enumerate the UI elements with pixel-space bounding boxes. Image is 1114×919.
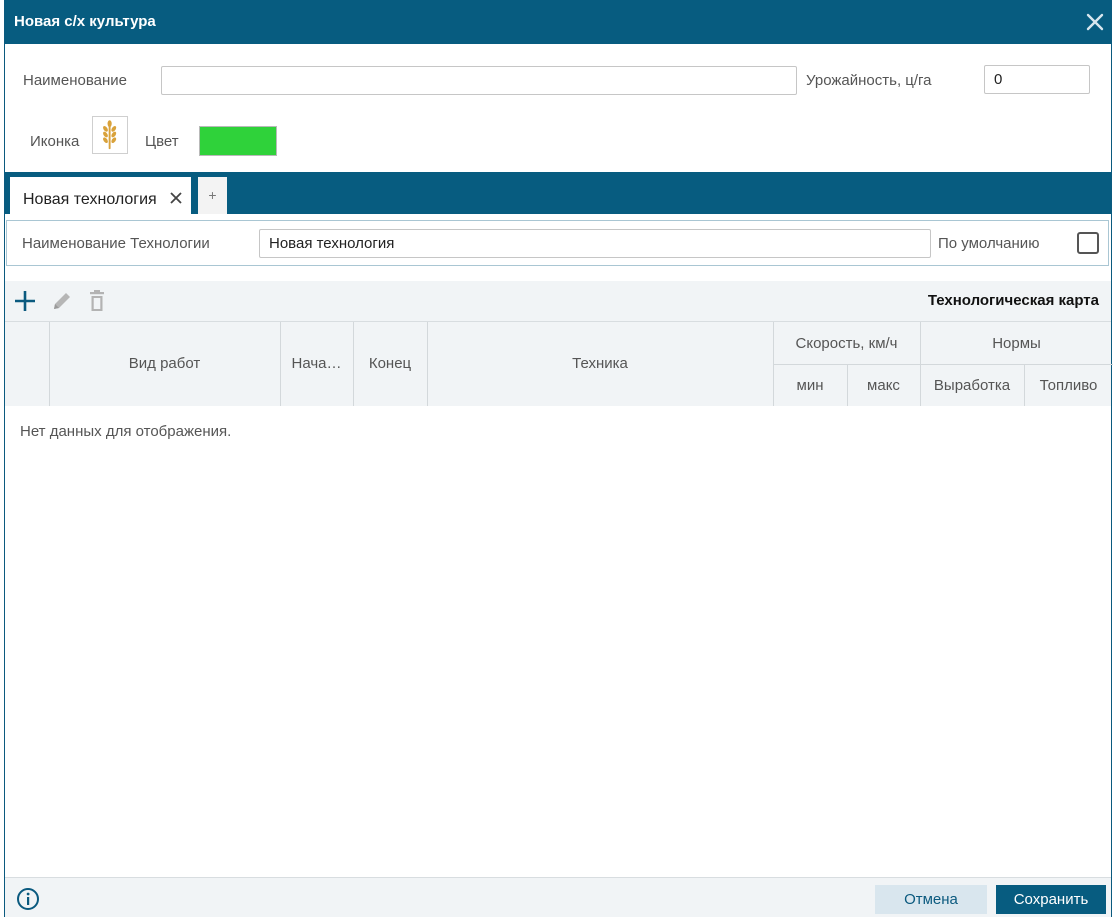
cancel-button[interactable]: Отмена (875, 885, 987, 914)
column-speed-min[interactable]: мин (773, 364, 848, 406)
column-selector (5, 322, 50, 406)
dialog-window: Новая с/х культура Наименование Урожайно… (4, 0, 1113, 917)
close-tab-icon[interactable] (168, 190, 184, 206)
icon-label: Иконка (30, 133, 80, 150)
close-icon[interactable] (1085, 12, 1105, 32)
yield-label: Урожайность, ц/га (806, 72, 932, 89)
technology-name-row: Наименование Технологии По умолчанию (6, 220, 1109, 266)
column-end[interactable]: Конец (353, 322, 428, 406)
dialog-title: Новая с/х культура (14, 13, 156, 30)
grid-empty-message: Нет данных для отображения. (20, 423, 232, 440)
column-speed-min-label: мин (796, 377, 824, 394)
column-start[interactable]: Нача… (280, 322, 354, 406)
column-group-speed: Скорость, км/ч (773, 322, 921, 365)
pencil-icon[interactable] (50, 289, 74, 313)
color-label: Цвет (145, 133, 179, 150)
name-label: Наименование (23, 72, 127, 89)
grid-header: Вид работ Нача… Конец Техника Скорость, … (5, 321, 1113, 406)
column-norms-fuel-label: Топливо (1039, 377, 1098, 394)
column-machinery[interactable]: Техника (427, 322, 774, 406)
column-work-type-label: Вид работ (128, 355, 201, 372)
default-label: По умолчанию (938, 235, 1040, 252)
tech-map-title: Технологическая карта (927, 292, 1099, 309)
column-norms-output[interactable]: Выработка (920, 364, 1025, 406)
column-norms-label: Нормы (992, 335, 1041, 352)
column-norms-output-label: Выработка (933, 377, 1011, 394)
technology-name-input[interactable] (259, 229, 931, 258)
info-icon[interactable] (16, 887, 40, 911)
column-speed-max[interactable]: макс (847, 364, 921, 406)
add-tab-button[interactable]: + (198, 177, 227, 214)
column-group-norms: Нормы (920, 322, 1113, 365)
tech-map-toolbar: Технологическая карта (5, 281, 1111, 321)
wheat-icon (103, 120, 117, 150)
default-checkbox[interactable] (1077, 232, 1099, 254)
name-input[interactable] (161, 66, 797, 95)
column-machinery-label: Техника (572, 355, 628, 372)
dialog-footer: Отмена Сохранить (5, 877, 1111, 917)
technology-tab-bar: Новая технология + (5, 172, 1111, 214)
icon-picker[interactable] (92, 116, 128, 154)
technology-name-label: Наименование Технологии (22, 235, 210, 252)
column-norms-fuel[interactable]: Топливо (1024, 364, 1113, 406)
tab-new-technology[interactable]: Новая технология (10, 177, 191, 214)
column-speed-label: Скорость, км/ч (795, 335, 898, 352)
trash-icon[interactable] (85, 289, 109, 313)
save-button[interactable]: Сохранить (996, 885, 1106, 914)
column-speed-max-label: макс (867, 377, 900, 394)
title-bar: Новая с/х культура (5, 0, 1111, 44)
column-start-label: Нача… (291, 355, 342, 372)
plus-icon[interactable] (13, 289, 37, 313)
yield-input[interactable] (984, 65, 1090, 94)
column-work-type[interactable]: Вид работ (49, 322, 281, 406)
color-picker[interactable] (199, 126, 277, 156)
column-end-label: Конец (368, 355, 412, 372)
tab-label: Новая технология (23, 191, 157, 208)
